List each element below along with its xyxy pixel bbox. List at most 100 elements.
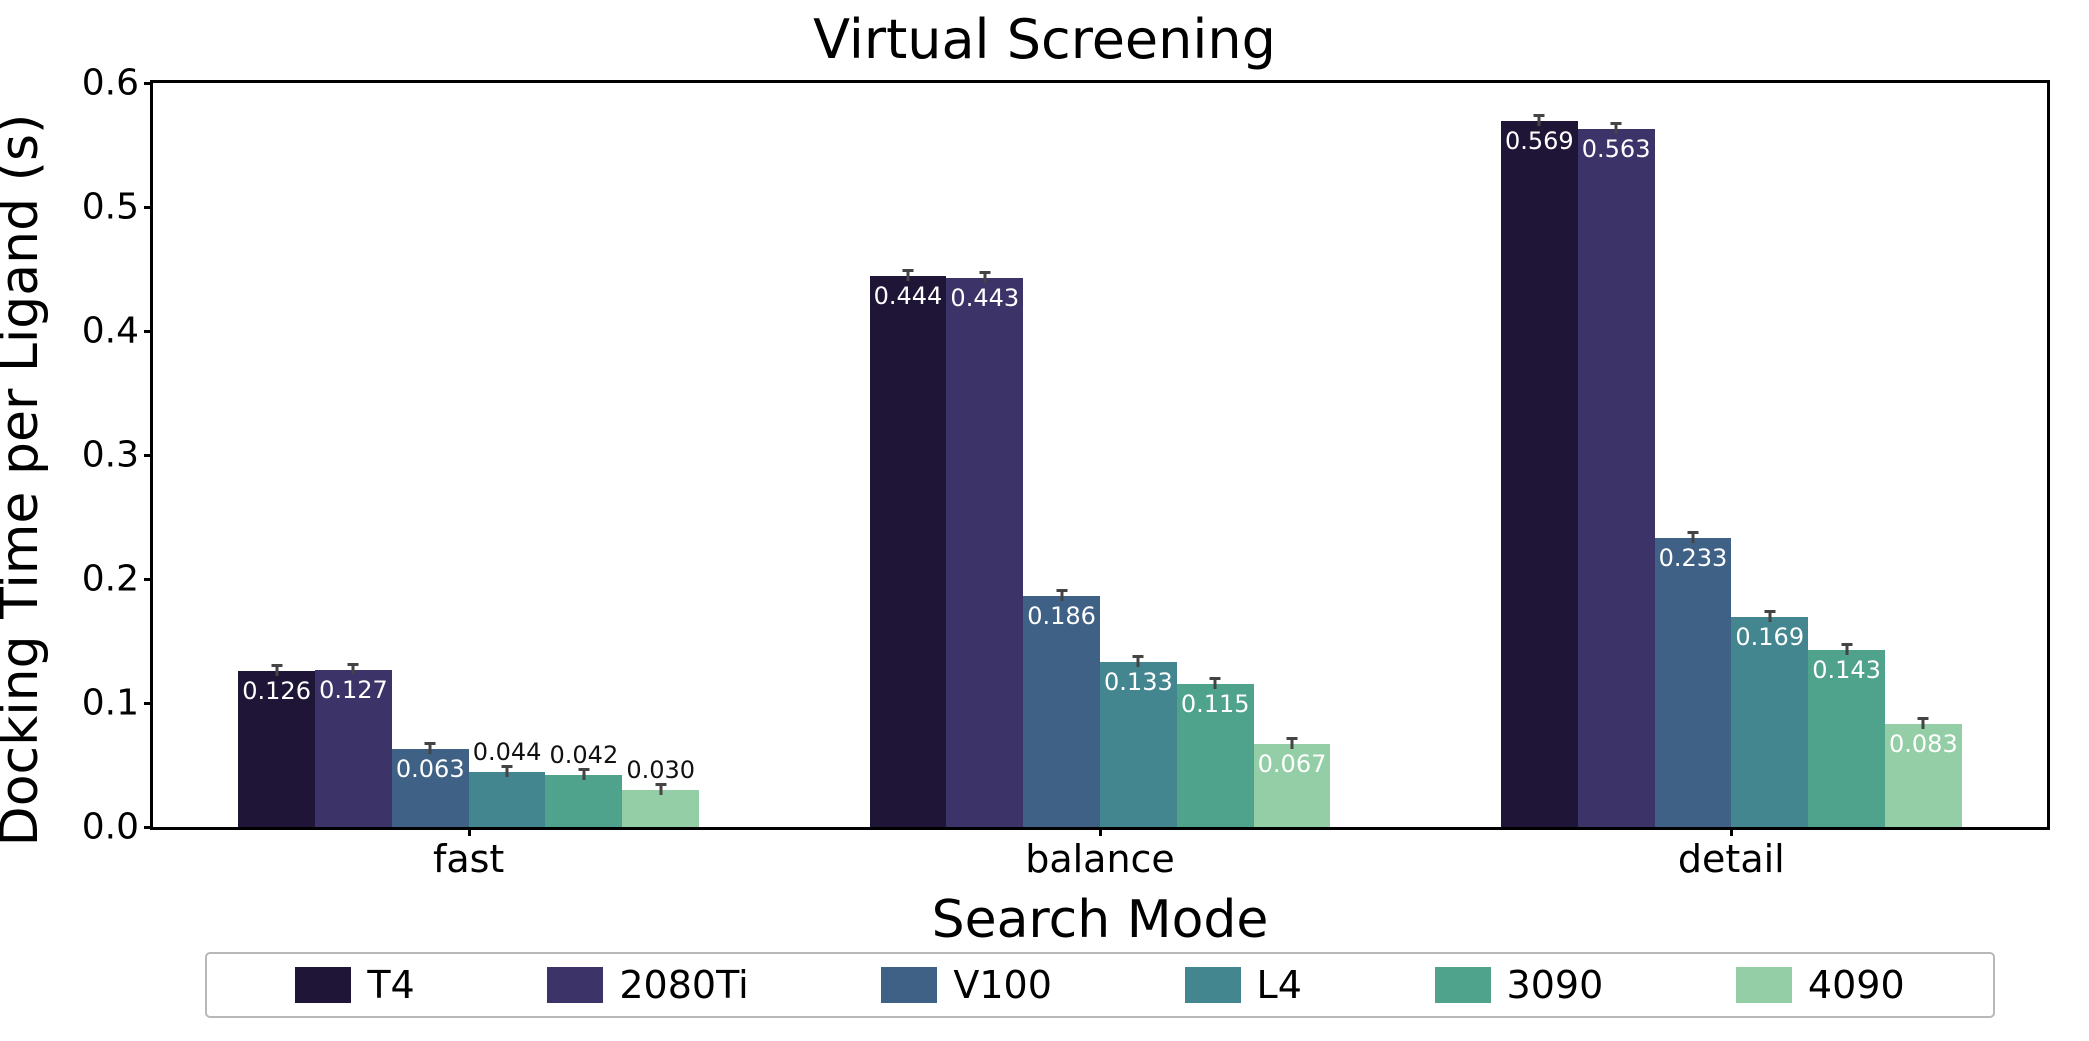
bar-value-label: 0.127	[319, 676, 388, 704]
bar-value-label: 0.042	[550, 741, 619, 769]
error-cap	[1611, 122, 1622, 125]
error-cap	[1287, 737, 1298, 740]
bar	[1655, 538, 1732, 827]
error-cap	[1133, 655, 1144, 658]
bar-value-label: 0.083	[1889, 730, 1958, 758]
y-tick-label: 0.3	[49, 435, 153, 476]
error-cap	[1534, 114, 1545, 117]
error-cap	[271, 664, 282, 667]
x-axis-label: Search Mode	[150, 890, 2050, 950]
bar	[870, 276, 947, 827]
x-tick-mark	[1099, 827, 1102, 836]
bar-value-label: 0.044	[473, 738, 542, 766]
legend-label: 3090	[1507, 963, 1604, 1007]
y-tick-mark	[144, 82, 153, 85]
error-cap	[1764, 610, 1775, 613]
error-bar	[506, 768, 509, 778]
bar-value-label: 0.063	[396, 755, 465, 783]
bar-value-label: 0.444	[874, 282, 943, 310]
chart-figure: Virtual Screening Docking Time per Ligan…	[0, 0, 2089, 1041]
error-cap	[1687, 531, 1698, 534]
bar-value-label: 0.443	[950, 284, 1019, 312]
legend-swatch	[1185, 967, 1241, 1003]
y-tick-mark	[144, 206, 153, 209]
legend-swatch	[1736, 967, 1792, 1003]
y-tick-mark	[144, 702, 153, 705]
bar	[1578, 129, 1655, 827]
error-bar	[1845, 645, 1848, 655]
legend-swatch	[881, 967, 937, 1003]
error-cap	[348, 663, 359, 666]
y-tick-mark	[144, 826, 153, 829]
plot-area: 0.00.10.20.30.40.50.6fast0.1260.1270.063…	[150, 80, 2050, 830]
error-bar	[1291, 739, 1294, 749]
legend-item: 2080Ti	[547, 963, 748, 1007]
y-tick-mark	[144, 330, 153, 333]
bar	[946, 278, 1023, 827]
bar-value-label: 0.126	[242, 677, 311, 705]
error-bar	[1691, 533, 1694, 543]
legend: T4 2080Ti V100 L4 3090 4090	[205, 952, 1995, 1018]
bar-value-label: 0.169	[1735, 623, 1804, 651]
legend-item: V100	[881, 963, 1052, 1007]
y-tick-mark	[144, 454, 153, 457]
legend-item: 4090	[1736, 963, 1905, 1007]
legend-label: L4	[1257, 963, 1302, 1007]
bar	[622, 790, 699, 827]
y-tick-label: 0.0	[49, 807, 153, 848]
legend-label: T4	[367, 963, 414, 1007]
legend-label: V100	[953, 963, 1052, 1007]
y-tick-mark	[144, 578, 153, 581]
legend-label: 4090	[1808, 963, 1905, 1007]
error-bar	[352, 665, 355, 675]
error-bar	[906, 272, 909, 282]
y-tick-label: 0.1	[49, 683, 153, 724]
x-tick-mark	[1730, 827, 1733, 836]
legend-label: 2080Ti	[619, 963, 748, 1007]
bar-value-label: 0.115	[1181, 690, 1250, 718]
x-tick-mark	[468, 827, 471, 836]
error-cap	[979, 271, 990, 274]
bar-value-label: 0.133	[1104, 668, 1173, 696]
bar	[545, 775, 622, 827]
bar	[1023, 596, 1100, 827]
error-bar	[1615, 124, 1618, 134]
bar	[1501, 121, 1578, 827]
error-cap	[1210, 677, 1221, 680]
error-bar	[275, 666, 278, 676]
error-cap	[1056, 589, 1067, 592]
legend-swatch	[547, 967, 603, 1003]
bar-value-label: 0.563	[1582, 135, 1651, 163]
error-cap	[1841, 643, 1852, 646]
error-bar	[1060, 591, 1063, 601]
y-tick-label: 0.5	[49, 187, 153, 228]
error-cap	[425, 742, 436, 745]
error-bar	[1538, 117, 1541, 127]
y-tick-label: 0.4	[49, 311, 153, 352]
legend-swatch	[1435, 967, 1491, 1003]
legend-item: 3090	[1435, 963, 1604, 1007]
error-cap	[1918, 717, 1929, 720]
y-tick-label: 0.2	[49, 559, 153, 600]
legend-swatch	[295, 967, 351, 1003]
bar-value-label: 0.030	[626, 756, 695, 784]
error-bar	[983, 273, 986, 283]
error-cap	[902, 269, 913, 272]
bar	[469, 772, 546, 827]
y-tick-label: 0.6	[49, 63, 153, 104]
bar-value-label: 0.143	[1812, 656, 1881, 684]
legend-item: T4	[295, 963, 414, 1007]
bar-value-label: 0.067	[1258, 750, 1327, 778]
y-axis-label: Docking Time per Ligand (s)	[0, 50, 20, 890]
bar-value-label: 0.233	[1659, 544, 1728, 572]
error-bar	[1768, 613, 1771, 623]
error-bar	[1137, 657, 1140, 667]
chart-title: Virtual Screening	[0, 8, 2089, 71]
error-bar	[429, 744, 432, 754]
legend-item: L4	[1185, 963, 1302, 1007]
error-bar	[659, 785, 662, 795]
bar-value-label: 0.186	[1027, 602, 1096, 630]
error-bar	[582, 770, 585, 780]
bar-value-label: 0.569	[1505, 127, 1574, 155]
error-bar	[1922, 719, 1925, 729]
